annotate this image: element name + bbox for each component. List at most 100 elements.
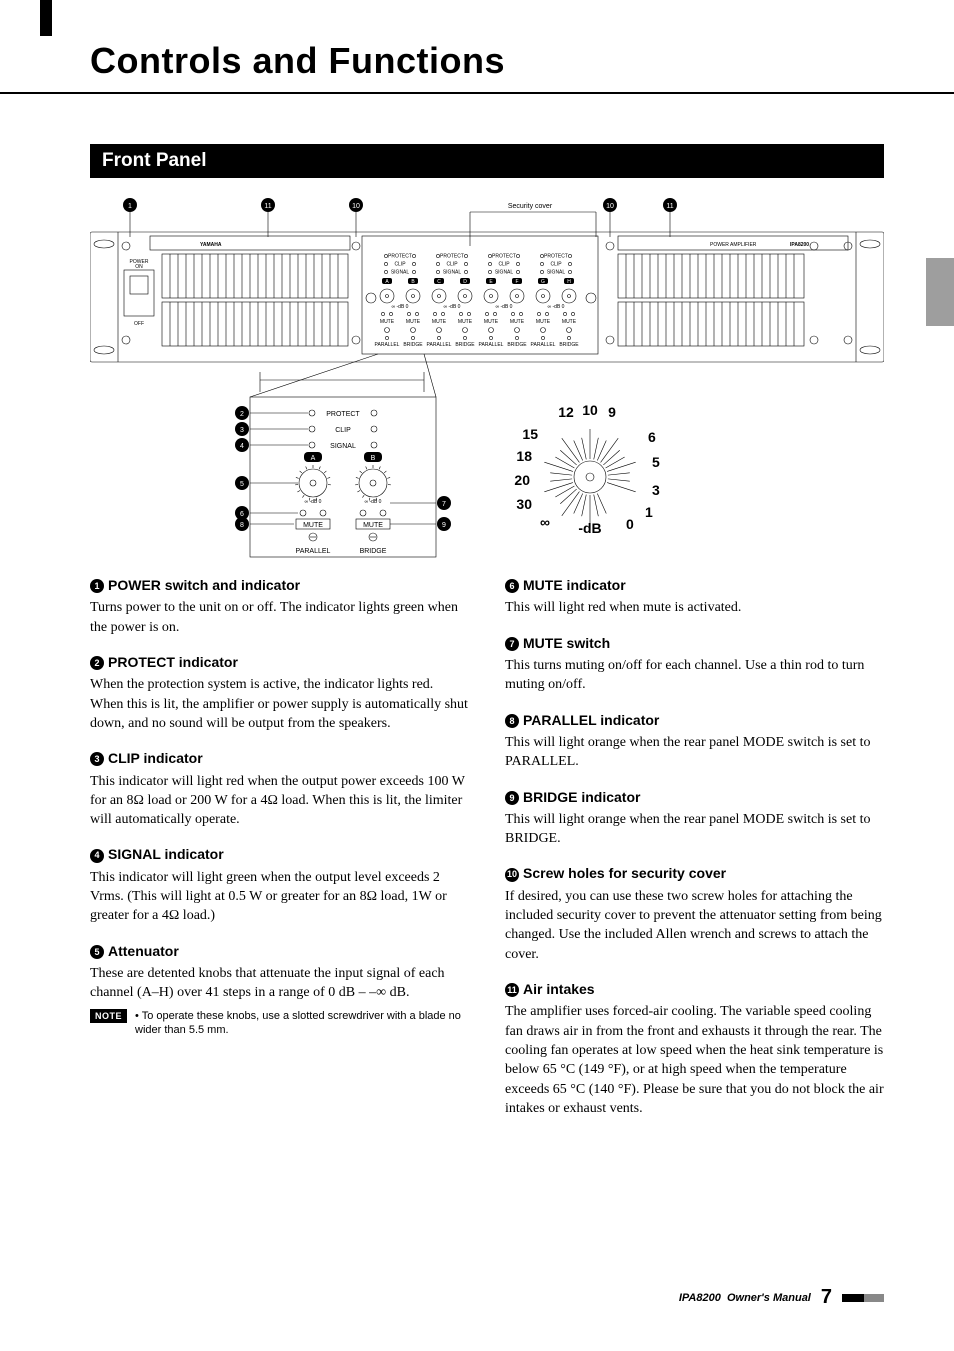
svg-text:30: 30 bbox=[516, 496, 532, 512]
svg-text:YAMAHA: YAMAHA bbox=[200, 242, 222, 248]
center-controls: PROTECTCLIPSIGNALAB∞ -dB 0MUTEMUTEPARALL… bbox=[375, 254, 580, 349]
svg-text:∞ -dB 0: ∞ -dB 0 bbox=[305, 499, 322, 505]
page-corner-tab bbox=[40, 0, 52, 36]
svg-text:OFF: OFF bbox=[134, 321, 144, 327]
svg-text:F: F bbox=[515, 279, 518, 285]
svg-text:∞ -dB 0: ∞ -dB 0 bbox=[548, 304, 565, 310]
svg-text:A: A bbox=[311, 455, 316, 462]
svg-text:MUTE: MUTE bbox=[432, 319, 447, 325]
item-title: POWER switch and indicator bbox=[108, 577, 300, 593]
item-body: The amplifier uses forced-air cooling. T… bbox=[505, 1002, 884, 1118]
svg-text:MUTE: MUTE bbox=[484, 319, 499, 325]
svg-text:CLIP: CLIP bbox=[335, 427, 351, 434]
svg-text:SIGNAL: SIGNAL bbox=[391, 270, 410, 276]
bullet-icon: 6 bbox=[505, 579, 519, 593]
item-body: This will light orange when the rear pan… bbox=[505, 733, 884, 772]
item-title: CLIP indicator bbox=[108, 750, 203, 766]
svg-text:3: 3 bbox=[652, 482, 660, 498]
item-title: Screw holes for security cover bbox=[523, 865, 726, 881]
svg-text:BRIDGE: BRIDGE bbox=[403, 342, 423, 348]
svg-text:11: 11 bbox=[264, 203, 271, 210]
svg-text:∞ -dB 0: ∞ -dB 0 bbox=[444, 304, 461, 310]
svg-text:5: 5 bbox=[240, 481, 244, 488]
svg-text:MUTE: MUTE bbox=[536, 319, 551, 325]
note-row: NOTE • To operate these knobs, use a slo… bbox=[90, 1009, 469, 1039]
vent-right bbox=[626, 254, 794, 346]
svg-text:10: 10 bbox=[606, 203, 614, 210]
page-footer: IPA8200 Owner's Manual 7 bbox=[679, 1286, 884, 1309]
attenuator-dial-enlarged: 12 10 9 15 6 18 5 20 3 30 ∞ -dB 0 1 bbox=[514, 402, 660, 536]
chapter-rule bbox=[0, 92, 954, 94]
svg-text:∞ -dB 0: ∞ -dB 0 bbox=[496, 304, 513, 310]
footer-decoration-icon bbox=[842, 1294, 884, 1302]
item-title: PARALLEL indicator bbox=[523, 712, 659, 728]
svg-text:∞: ∞ bbox=[540, 514, 550, 530]
item-title: MUTE switch bbox=[523, 635, 610, 651]
item-9: 9BRIDGE indicator This will light orange… bbox=[505, 788, 884, 849]
svg-text:MUTE: MUTE bbox=[380, 319, 395, 325]
svg-text:MUTE: MUTE bbox=[363, 522, 383, 529]
item-title: Attenuator bbox=[108, 943, 179, 959]
item-8: 8 PARALLEL indicator This will light oran… bbox=[505, 711, 884, 772]
item-body: When the protection system is active, th… bbox=[90, 675, 469, 733]
bullet-icon: 11 bbox=[505, 983, 519, 997]
note-text: • To operate these knobs, use a slotted … bbox=[135, 1009, 469, 1039]
svg-text:4: 4 bbox=[240, 443, 244, 450]
svg-text:PROTECT: PROTECT bbox=[388, 254, 412, 260]
vent-left bbox=[170, 254, 338, 346]
item-body: This indicator will light green when the… bbox=[90, 868, 469, 926]
svg-text:MUTE: MUTE bbox=[406, 319, 421, 325]
svg-text:POWER AMPLIFIER: POWER AMPLIFIER bbox=[710, 242, 757, 248]
item-10: 10Screw holes for security cover If desi… bbox=[505, 864, 884, 964]
svg-text:BRIDGE: BRIDGE bbox=[559, 342, 579, 348]
svg-text:3: 3 bbox=[240, 427, 244, 434]
item-7: 7MUTE switch This turns muting on/off fo… bbox=[505, 634, 884, 695]
svg-text:0: 0 bbox=[626, 516, 634, 532]
svg-text:SIGNAL: SIGNAL bbox=[495, 270, 514, 276]
svg-text:CLIP: CLIP bbox=[394, 262, 406, 268]
item-body: If desired, you can use these two screw … bbox=[505, 887, 884, 964]
item-title: PROTECT indicator bbox=[108, 654, 238, 670]
bullet-icon: 9 bbox=[505, 791, 519, 805]
item-body: These are detented knobs that attenuate … bbox=[90, 964, 469, 1003]
item-body: Turns power to the unit on or off. The i… bbox=[90, 598, 469, 637]
item-body: This will light orange when the rear pan… bbox=[505, 810, 884, 849]
svg-text:C: C bbox=[437, 279, 441, 285]
svg-text:6: 6 bbox=[648, 429, 656, 445]
svg-text:SIGNAL: SIGNAL bbox=[547, 270, 566, 276]
item-title: Air intakes bbox=[523, 981, 595, 997]
item-body: This turns muting on/off for each channe… bbox=[505, 656, 884, 695]
svg-text:SIGNAL: SIGNAL bbox=[443, 270, 462, 276]
svg-text:PARALLEL: PARALLEL bbox=[531, 342, 556, 348]
svg-text:SIGNAL: SIGNAL bbox=[330, 443, 356, 450]
bullet-icon: 4 bbox=[90, 849, 104, 863]
security-cover-label: Security cover bbox=[508, 203, 553, 210]
svg-text:-dB: -dB bbox=[578, 520, 601, 536]
svg-text:9: 9 bbox=[442, 522, 446, 529]
svg-text:MUTE: MUTE bbox=[458, 319, 473, 325]
svg-text:BRIDGE: BRIDGE bbox=[455, 342, 475, 348]
svg-text:PARALLEL: PARALLEL bbox=[427, 342, 452, 348]
svg-text:∞ -dB 0: ∞ -dB 0 bbox=[365, 499, 382, 505]
svg-text:12: 12 bbox=[558, 404, 574, 420]
description-columns: 1POWER switch and indicator Turns power … bbox=[90, 576, 884, 1134]
note-badge: NOTE bbox=[90, 1009, 127, 1023]
item-3: 3CLIP indicator This indicator will ligh… bbox=[90, 749, 469, 829]
svg-text:PROTECT: PROTECT bbox=[492, 254, 516, 260]
detail-block: PROTECT CLIP SIGNAL A B ∞ -dB 0 ∞ -dB 0 bbox=[235, 397, 451, 557]
bullet-icon: 8 bbox=[505, 714, 519, 728]
svg-text:11: 11 bbox=[666, 203, 673, 210]
svg-text:CLIP: CLIP bbox=[446, 262, 458, 268]
svg-text:H: H bbox=[567, 279, 571, 285]
front-panel-diagram: 1 11 10 Security cover 10 11 bbox=[90, 192, 884, 562]
svg-text:7: 7 bbox=[442, 501, 446, 508]
right-column: 6MUTE indicator This will light red when… bbox=[505, 576, 884, 1134]
item-5: 5Attenuator These are detented knobs tha… bbox=[90, 942, 469, 1039]
svg-text:20: 20 bbox=[514, 472, 530, 488]
svg-text:PARALLEL: PARALLEL bbox=[296, 548, 331, 555]
svg-text:2: 2 bbox=[240, 411, 244, 418]
diagram-svg: 1 11 10 Security cover 10 11 bbox=[90, 192, 884, 562]
bullet-icon: 3 bbox=[90, 752, 104, 766]
svg-text:IPA8200: IPA8200 bbox=[790, 242, 809, 248]
footer-page-number: 7 bbox=[821, 1286, 832, 1309]
